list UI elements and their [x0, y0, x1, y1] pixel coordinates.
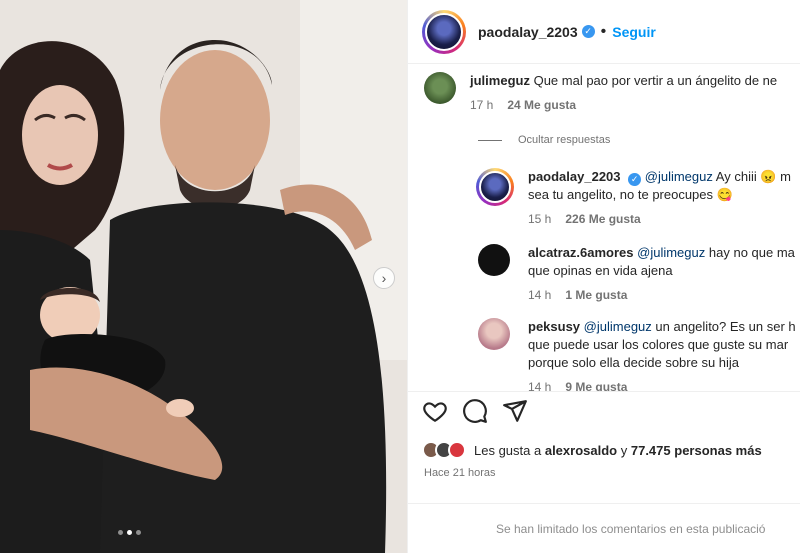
post-photo[interactable]: ›: [0, 0, 407, 553]
chevron-right-icon: ›: [381, 270, 387, 286]
comment-likes[interactable]: 1 Me gusta: [565, 288, 627, 302]
liker-avatar: [448, 441, 466, 459]
hide-replies-toggle[interactable]: Ocultar respuestas: [478, 134, 610, 146]
comment-username[interactable]: alcatraz.6amores: [528, 245, 634, 260]
comment-item: julimeguz Que mal pao por vertir a un án…: [424, 72, 777, 112]
commenter-avatar[interactable]: [478, 318, 510, 350]
comment-likes[interactable]: 24 Me gusta: [507, 98, 576, 112]
comment-mention[interactable]: @julimeguz: [645, 169, 713, 184]
comment-text: Que mal pao por vertir a un ángelito de …: [533, 73, 778, 88]
commenter-avatar[interactable]: [478, 244, 510, 276]
photo-illustration: [0, 0, 407, 553]
comment-time: 14 h: [528, 288, 552, 302]
comments-limited-notice: Se han limitado los comentarios en esta …: [408, 503, 800, 553]
comment-username[interactable]: julimeguz: [470, 73, 530, 88]
comment-username[interactable]: peksusy: [528, 319, 580, 334]
likes-connector: y: [620, 442, 628, 458]
commenter-avatar[interactable]: [424, 72, 456, 104]
comment-likes[interactable]: 9 Me gusta: [565, 380, 627, 391]
carousel-dot: [136, 530, 141, 535]
reply-item: alcatraz.6amores @julimeguz hay no que m…: [478, 244, 795, 302]
comment-text-continued: sea tu angelito, no te preocupes 😋: [528, 187, 733, 202]
hide-replies-label: Ocultar respuestas: [518, 134, 611, 146]
post-actions: [422, 398, 528, 424]
author-avatar[interactable]: [422, 9, 466, 54]
comment-likes[interactable]: 226 Me gusta: [565, 212, 640, 226]
carousel-dot: [118, 530, 123, 535]
comment-text: hay no que ma: [708, 245, 795, 260]
separator-dot: •: [600, 22, 607, 40]
liker-avatars: [422, 441, 466, 459]
comment-time: 17 h: [470, 98, 494, 112]
comment-username[interactable]: paodalay_2203: [528, 169, 621, 184]
heart-icon[interactable]: [422, 398, 448, 424]
verified-badge-icon: ✓: [628, 173, 642, 186]
comments-list: julimeguz Que mal pao por vertir a un án…: [408, 64, 800, 391]
commenter-avatar[interactable]: [476, 168, 514, 206]
comment-mention[interactable]: @julimeguz: [584, 319, 652, 334]
comment-text-continued: que opinas en vida ajena: [528, 263, 673, 278]
author-username[interactable]: paodalay_2203: [478, 24, 578, 40]
post-timestamp[interactable]: Hace 21 horas: [424, 467, 496, 479]
comment-text: un angelito? Es un ser h: [655, 319, 796, 334]
reply-item: paodalay_2203 ✓ @julimeguz Ay chiii 😠 m …: [476, 168, 791, 226]
follow-button[interactable]: Seguir: [612, 24, 656, 40]
post-header: paodalay_2203 ✓ • Seguir: [408, 0, 800, 64]
share-icon[interactable]: [502, 398, 528, 424]
comment-icon[interactable]: [462, 398, 488, 424]
carousel-next-button[interactable]: ›: [373, 267, 395, 289]
likes-prefix: Les gusta a: [474, 442, 542, 458]
carousel-dot-active: [127, 530, 132, 535]
comment-mention[interactable]: @julimeguz: [637, 245, 705, 260]
comment-time: 14 h: [528, 380, 552, 391]
likes-user[interactable]: alexrosaldo: [545, 443, 617, 458]
likes-count[interactable]: 77.475: [631, 443, 671, 458]
comment-text: Ay chiii 😠 m: [715, 169, 791, 184]
reply-item: peksusy @julimeguz un angelito? Es un se…: [478, 318, 796, 391]
likes-summary[interactable]: Les gusta a alexrosaldo y 77.475 persona…: [422, 441, 762, 459]
likes-suffix: personas más: [674, 442, 762, 458]
comment-text-continued: porque solo ella decide sobre su hija: [528, 355, 740, 370]
comment-time: 15 h: [528, 212, 552, 226]
carousel-dots: [118, 530, 141, 535]
comment-text-continued: que puede usar los colores que guste su …: [528, 337, 789, 352]
post-details-panel: paodalay_2203 ✓ • Seguir julimeguz Que m…: [407, 0, 800, 553]
verified-badge-icon: ✓: [581, 25, 595, 38]
